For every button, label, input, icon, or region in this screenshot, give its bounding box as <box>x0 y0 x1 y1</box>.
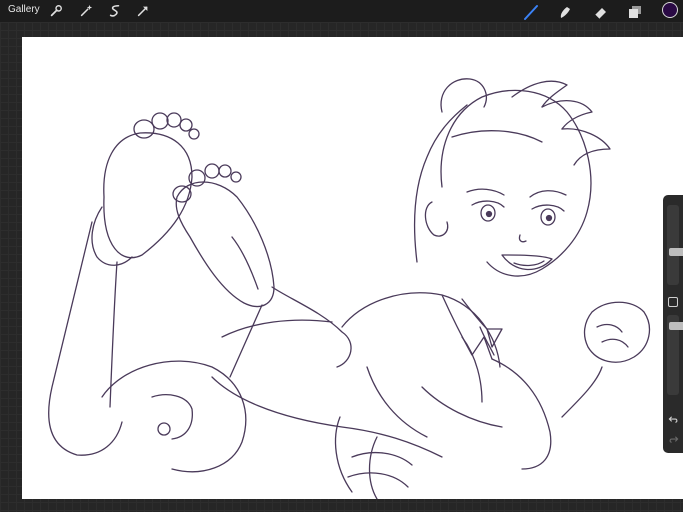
eraser-icon[interactable] <box>591 3 609 21</box>
redo-icon[interactable] <box>666 433 680 445</box>
current-color-swatch[interactable] <box>662 2 678 18</box>
modify-button[interactable] <box>668 297 678 307</box>
side-brush-panel <box>663 195 683 453</box>
brush-icon[interactable] <box>522 3 540 21</box>
top-toolbar: Gallery <box>0 0 683 22</box>
layers-icon[interactable] <box>626 3 644 21</box>
transform-arrow-icon[interactable] <box>135 3 151 19</box>
undo-icon[interactable] <box>666 413 680 425</box>
selection-icon[interactable] <box>107 3 123 19</box>
line-art-sketch <box>48 78 651 499</box>
brush-size-handle[interactable] <box>669 248 683 257</box>
smudge-icon[interactable] <box>556 3 574 21</box>
adjustments-wand-icon[interactable] <box>78 3 94 19</box>
actions-wrench-icon[interactable] <box>48 3 64 19</box>
opacity-slider[interactable] <box>667 315 683 395</box>
drawing-canvas[interactable] <box>22 37 683 499</box>
opacity-handle[interactable] <box>669 322 683 331</box>
gallery-button[interactable]: Gallery <box>8 4 40 15</box>
brush-size-slider[interactable] <box>667 205 683 285</box>
